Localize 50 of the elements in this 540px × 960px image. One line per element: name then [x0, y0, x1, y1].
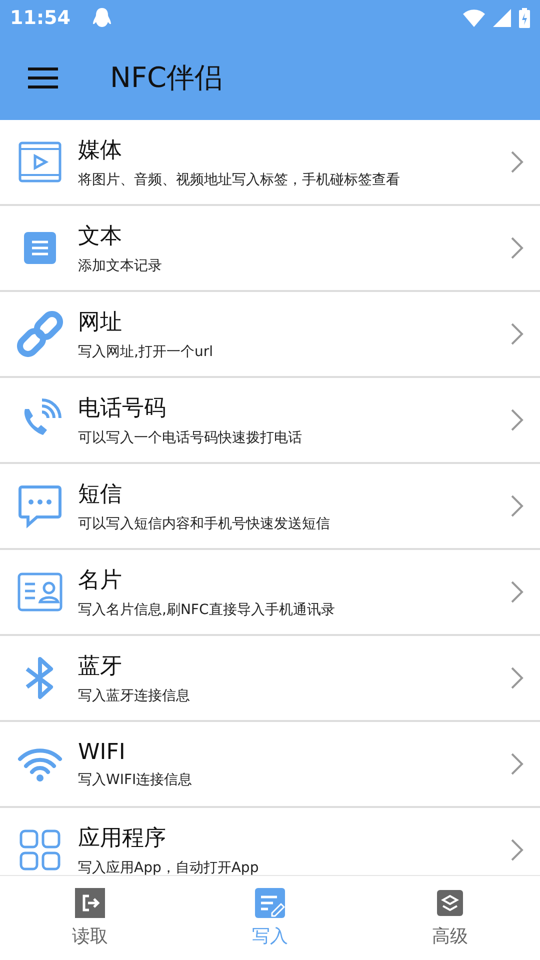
exit-icon	[75, 888, 105, 918]
list-item[interactable]: 媒体 将图片、音频、视频地址写入标签，手机碰标签查看	[0, 120, 540, 206]
list-item[interactable]: 名片 写入名片信息,刷NFC直接导入手机通讯录	[0, 550, 540, 636]
wifi-signal-icon	[463, 9, 485, 27]
item-title: 电话号码	[78, 395, 166, 423]
cell-signal-icon	[493, 9, 511, 27]
chevron-icon	[510, 752, 524, 776]
apps-icon	[17, 827, 63, 873]
list-item[interactable]: 电话号码 可以写入一个电话号码快速拨打电话	[0, 378, 540, 464]
item-subtitle: 写入网址,打开一个url	[78, 343, 213, 361]
document-icon	[23, 231, 57, 265]
list-item[interactable]: 蓝牙 写入蓝牙连接信息	[0, 636, 540, 722]
item-title: 媒体	[78, 137, 122, 165]
item-title: 文本	[78, 223, 122, 251]
item-subtitle: 添加文本记录	[78, 257, 162, 275]
item-subtitle: 写入应用App，自动打开App	[78, 859, 259, 875]
item-subtitle: 写入名片信息,刷NFC直接导入手机通讯录	[78, 601, 335, 619]
item-title: 蓝牙	[78, 653, 122, 681]
item-subtitle: 写入WIFI连接信息	[78, 770, 192, 788]
chevron-icon	[510, 580, 524, 604]
item-subtitle: 写入蓝牙连接信息	[78, 687, 190, 705]
chevron-icon	[510, 666, 524, 690]
item-title: 短信	[78, 481, 122, 509]
list-item[interactable]: WIFI 写入WIFI连接信息	[0, 722, 540, 808]
item-title: 网址	[78, 309, 122, 337]
chevron-icon	[510, 838, 524, 862]
menu-icon[interactable]	[28, 67, 58, 89]
penguin-icon	[92, 7, 112, 29]
chevron-icon	[510, 236, 524, 260]
list-item[interactable]: 短信 可以写入短信内容和手机号快速发送短信	[0, 464, 540, 550]
item-title: 应用程序	[78, 825, 166, 853]
video-icon	[17, 139, 63, 185]
app-title: NFC伴侣	[110, 60, 223, 96]
edit-note-icon	[255, 888, 285, 918]
battery-icon	[519, 8, 530, 28]
item-title: 名片	[78, 567, 122, 595]
link-icon	[17, 311, 63, 357]
item-subtitle: 可以写入一个电话号码快速拨打电话	[78, 429, 302, 447]
status-time: 11:54	[10, 7, 70, 29]
chat-icon	[17, 483, 63, 529]
layers-icon	[435, 888, 465, 918]
item-subtitle: 可以写入短信内容和手机号快速发送短信	[78, 515, 330, 533]
list-item[interactable]: 文本 添加文本记录	[0, 206, 540, 292]
item-title: WIFI	[78, 740, 126, 764]
chevron-icon	[510, 408, 524, 432]
chevron-icon	[510, 494, 524, 518]
chevron-icon	[510, 150, 524, 174]
chevron-icon	[510, 322, 524, 346]
item-subtitle: 将图片、音频、视频地址写入标签，手机碰标签查看	[78, 171, 400, 189]
list-item[interactable]: 网址 写入网址,打开一个url	[0, 292, 540, 378]
